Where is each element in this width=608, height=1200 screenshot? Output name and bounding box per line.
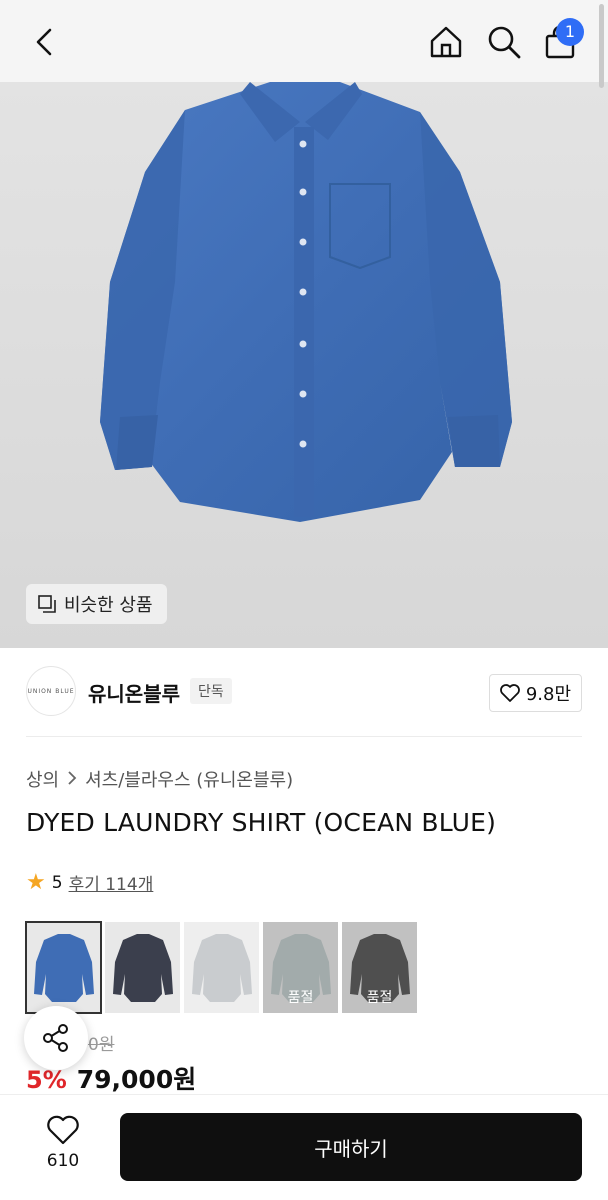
rating-value: 5 — [51, 872, 63, 893]
swatch-light-grey[interactable] — [184, 922, 259, 1013]
top-navigation-bar: 1 — [0, 0, 608, 82]
swatch-mint-soldout[interactable]: 품절 — [263, 922, 338, 1013]
star-icon: ★ — [26, 869, 46, 895]
rating: ★ 5 후기 114개 — [26, 870, 153, 895]
similar-products-button[interactable]: 비슷한 상품 — [26, 584, 167, 624]
buy-button[interactable]: 구매하기 — [120, 1113, 582, 1181]
sold-out-label: 품절 — [287, 990, 314, 1006]
brand-row: UNION BLUE 유니온블루 단독 9.8만 — [26, 666, 582, 718]
chevron-right-icon — [67, 770, 77, 789]
original-price: 0원 — [88, 1035, 115, 1055]
similar-products-label: 비슷한 상품 — [64, 595, 153, 616]
brand-logo[interactable]: UNION BLUE — [26, 666, 76, 716]
search-icon[interactable] — [484, 22, 524, 62]
brand-like-button[interactable]: 9.8만 — [488, 674, 582, 712]
swatch-charcoal-soldout[interactable]: 품절 — [342, 922, 417, 1013]
discount-rate: 5% — [26, 1066, 67, 1094]
heart-icon — [47, 1115, 79, 1145]
brand-like-count: 9.8만 — [525, 684, 571, 705]
product-image[interactable]: 비슷한 상품 — [0, 82, 608, 648]
bottom-action-bar: 610 구매하기 — [0, 1094, 608, 1200]
breadcrumb-category[interactable]: 상의 — [26, 766, 59, 792]
scrollbar[interactable] — [599, 4, 604, 88]
shirt-illustration — [100, 82, 512, 522]
share-button[interactable] — [24, 1006, 88, 1070]
breadcrumb-subcategory[interactable]: 셔츠/블라우스 (유니온블루) — [85, 766, 293, 792]
swatch-navy[interactable] — [105, 922, 180, 1013]
sale-price: 79,000원 — [76, 1065, 197, 1094]
breadcrumb: 상의 셔츠/블라우스 (유니온블루) — [26, 766, 293, 792]
cart-count-badge: 1 — [556, 18, 584, 46]
brand-name[interactable]: 유니온블루 — [88, 678, 180, 707]
color-swatches: 품절 품절 — [25, 921, 417, 1014]
swatch-ocean-blue[interactable] — [25, 921, 102, 1014]
wishlist-count: 610 — [46, 1151, 80, 1171]
product-title: DYED LAUNDRY SHIRT (OCEAN BLUE) — [26, 808, 497, 837]
brand-logo-text: UNION BLUE — [27, 687, 75, 695]
heart-icon — [499, 684, 520, 702]
similar-items-icon — [38, 595, 56, 613]
home-icon[interactable] — [426, 22, 466, 62]
reviews-link[interactable]: 후기 114개 — [69, 870, 154, 895]
share-icon — [43, 1024, 68, 1052]
wishlist-button[interactable]: 610 — [34, 1115, 92, 1171]
exclusive-badge: 단독 — [190, 678, 232, 704]
sold-out-label: 품절 — [366, 990, 393, 1006]
divider — [26, 736, 582, 737]
back-icon[interactable] — [26, 22, 66, 62]
